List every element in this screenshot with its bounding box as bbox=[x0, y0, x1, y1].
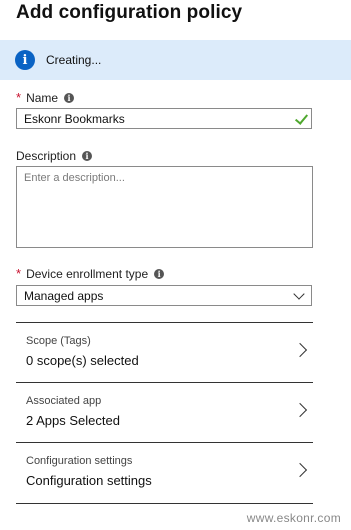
enrollment-label-row: * Device enrollment type i bbox=[16, 266, 165, 281]
name-label-row: * Name i bbox=[16, 90, 75, 105]
chevron-right-icon bbox=[292, 402, 308, 418]
page-title: Add configuration policy bbox=[16, 2, 243, 23]
chevron-down-icon bbox=[293, 288, 305, 300]
name-input[interactable]: Eskonr Bookmarks bbox=[16, 108, 312, 129]
info-icon[interactable]: i bbox=[82, 151, 93, 161]
required-mark: * bbox=[16, 266, 22, 281]
name-value: Eskonr Bookmarks bbox=[24, 111, 125, 126]
info-icon[interactable]: i bbox=[64, 92, 75, 103]
associated-app-row[interactable]: Associated app 2 Apps Selected bbox=[16, 382, 313, 443]
chevron-right-icon bbox=[292, 462, 308, 478]
watermark: www.eskonr.com bbox=[246, 511, 341, 525]
row-caption: Configuration settings bbox=[26, 455, 133, 467]
scope-tags-row[interactable]: Scope (Tags) 0 scope(s) selected bbox=[16, 322, 313, 383]
enrollment-type-select[interactable]: Managed apps bbox=[16, 285, 312, 306]
row-value: 2 Apps Selected bbox=[26, 413, 120, 428]
row-value: Configuration settings bbox=[26, 473, 152, 488]
name-label: Name bbox=[26, 90, 59, 105]
enrollment-selected: Managed apps bbox=[24, 288, 104, 303]
configuration-settings-row[interactable]: Configuration settings Configuration set… bbox=[16, 442, 313, 503]
description-textarea[interactable]: Enter a description... bbox=[16, 166, 313, 248]
info-icon[interactable]: i bbox=[154, 268, 165, 279]
description-label: Description bbox=[16, 149, 77, 163]
divider bbox=[16, 503, 313, 504]
checkmark-icon bbox=[294, 111, 309, 125]
info-icon: i bbox=[15, 50, 35, 70]
row-caption: Scope (Tags) bbox=[26, 335, 91, 347]
description-label-row: Description i bbox=[16, 149, 93, 163]
status-banner: i Creating... bbox=[0, 40, 351, 80]
banner-text: Creating... bbox=[46, 53, 102, 67]
required-mark: * bbox=[16, 90, 22, 105]
chevron-right-icon bbox=[292, 342, 308, 358]
enrollment-label: Device enrollment type bbox=[26, 266, 149, 281]
row-value: 0 scope(s) selected bbox=[26, 353, 139, 368]
description-placeholder: Enter a description... bbox=[24, 172, 125, 184]
row-caption: Associated app bbox=[26, 395, 102, 407]
